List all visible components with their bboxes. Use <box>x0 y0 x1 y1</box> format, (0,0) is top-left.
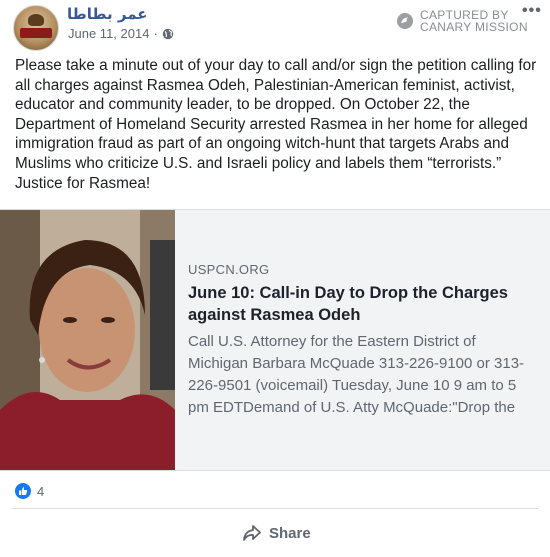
link-domain: USPCN.ORG <box>188 262 270 277</box>
post-header: عمر بطاطا June 11, 2014 · CAPTURED BY CA… <box>0 0 550 52</box>
avatar-band <box>20 28 52 38</box>
captured-line-2: CANARY MISSION <box>420 20 528 34</box>
captured-watermark: CAPTURED BY CANARY MISSION <box>396 9 528 33</box>
avatar-figure <box>28 14 44 26</box>
portrait-image <box>0 210 175 470</box>
reaction-count: 4 <box>37 483 45 499</box>
post-text: Please take a minute out of your day to … <box>15 57 537 192</box>
avatar[interactable] <box>13 5 59 51</box>
like-icon <box>15 483 31 499</box>
globe-icon[interactable] <box>162 28 174 40</box>
actions-divider <box>12 508 538 509</box>
reaction-summary[interactable]: 4 <box>15 483 44 499</box>
link-preview-card[interactable]: USPCN.ORG June 10: Call-in Day to Drop t… <box>0 209 550 471</box>
link-preview-image[interactable] <box>0 210 175 470</box>
post-meta: June 11, 2014 · <box>68 26 174 41</box>
link-description: Call U.S. Attorney for the Eastern Distr… <box>188 333 525 416</box>
share-label: Share <box>269 524 311 542</box>
share-arrow-icon <box>243 525 261 541</box>
more-options-button[interactable]: ••• <box>522 2 542 20</box>
canary-logo-icon <box>397 13 413 29</box>
share-button[interactable]: Share <box>242 524 311 542</box>
captured-text: CAPTURED BY CANARY MISSION <box>420 9 528 33</box>
post-date[interactable]: June 11, 2014 <box>68 26 149 41</box>
link-title[interactable]: June 10: Call-in Day to Drop the Charges… <box>188 282 538 326</box>
link-info[interactable]: USPCN.ORG June 10: Call-in Day to Drop t… <box>188 262 538 419</box>
meta-separator: · <box>153 26 158 41</box>
author-name[interactable]: عمر بطاطا <box>67 5 148 23</box>
